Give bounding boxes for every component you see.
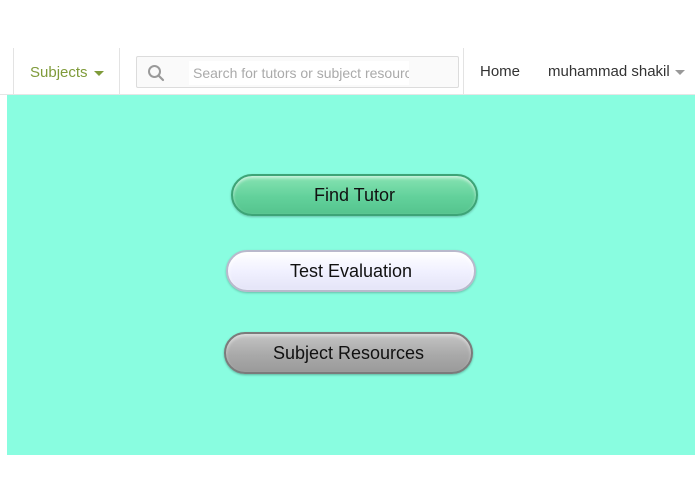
chevron-down-icon [674, 70, 685, 75]
nav-divider [119, 48, 120, 94]
test-evaluation-label: Test Evaluation [289, 260, 413, 281]
main-panel: Find Tutor Test Evaluation Subject Resou… [7, 95, 695, 455]
home-link[interactable]: Home [480, 63, 520, 80]
test-evaluation-button[interactable]: Test Evaluation [226, 250, 476, 292]
chevron-down-icon [93, 70, 104, 76]
search-box [136, 56, 459, 88]
nav-divider [13, 48, 14, 94]
search-input[interactable] [189, 61, 409, 85]
user-menu-dropdown[interactable]: muhammad shakil [548, 63, 685, 80]
user-name: muhammad shakil [548, 63, 670, 80]
find-tutor-button[interactable]: Find Tutor [231, 174, 478, 216]
subjects-dropdown[interactable]: Subjects [30, 63, 104, 81]
subject-resources-button[interactable]: Subject Resources [224, 332, 473, 374]
find-tutor-label: Find Tutor [313, 184, 396, 205]
nav-divider [463, 48, 464, 94]
top-navbar: Subjects Home muhammad shakil [0, 48, 695, 95]
search-icon[interactable] [147, 64, 165, 82]
subjects-label: Subjects [30, 63, 88, 81]
subject-resources-label: Subject Resources [272, 342, 425, 363]
